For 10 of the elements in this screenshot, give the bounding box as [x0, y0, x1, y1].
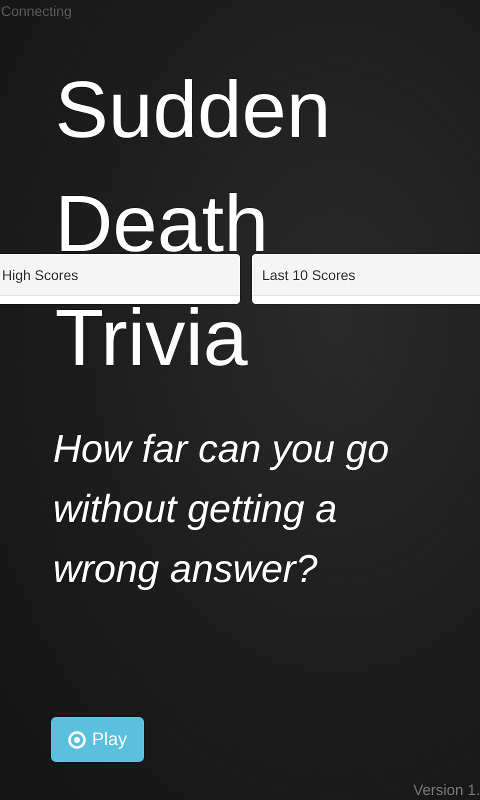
panel-title: Last 10 Scores	[262, 266, 356, 282]
version-label: Version 1.	[413, 782, 480, 800]
target-icon	[68, 730, 86, 748]
play-button[interactable]: Play	[51, 717, 144, 762]
title-line: Trivia	[55, 302, 248, 374]
panel-title: High Scores	[2, 266, 78, 282]
title-line: Death	[55, 188, 268, 260]
tagline: How far can you go without getting a wrong answer?	[53, 427, 390, 593]
connection-status: Connecting	[0, 2, 73, 20]
title-line: Sudden	[55, 74, 331, 146]
